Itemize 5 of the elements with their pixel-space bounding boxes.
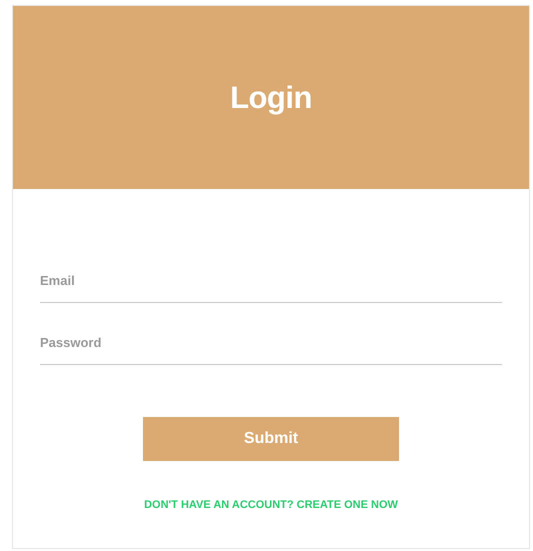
login-title: Login bbox=[230, 80, 312, 116]
email-field[interactable]: Email bbox=[40, 273, 502, 303]
submit-button[interactable]: Submit bbox=[143, 417, 399, 461]
password-field[interactable]: Password bbox=[40, 335, 502, 365]
signup-link[interactable]: DON'T HAVE AN ACCOUNT? CREATE ONE NOW bbox=[144, 499, 398, 511]
